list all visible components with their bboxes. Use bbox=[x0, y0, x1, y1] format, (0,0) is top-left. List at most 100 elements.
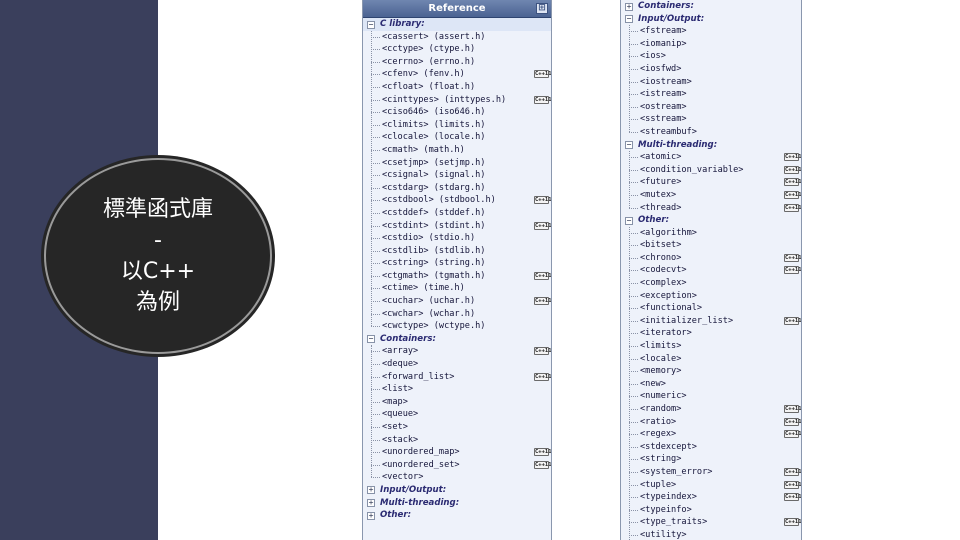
tree-item[interactable]: <ostream> bbox=[621, 101, 801, 114]
tree-item[interactable]: <cerrno> (errno.h) bbox=[363, 56, 551, 69]
tree-item[interactable]: <stack> bbox=[363, 434, 551, 447]
tree-item[interactable]: <cstdarg> (stdarg.h) bbox=[363, 182, 551, 195]
tree-item[interactable]: <cwchar> (wchar.h) bbox=[363, 308, 551, 321]
tree-item-label: <queue> bbox=[382, 409, 419, 420]
tree-category-input-output[interactable]: − Input/Output: bbox=[621, 13, 801, 26]
tree-item[interactable]: <cstdio> (stdio.h) bbox=[363, 232, 551, 245]
tree-item[interactable]: <limits> bbox=[621, 340, 801, 353]
tree-item[interactable]: <csignal> (signal.h) bbox=[363, 169, 551, 182]
tree-item[interactable]: <vector> bbox=[363, 471, 551, 484]
tree-item[interactable]: <sstream> bbox=[621, 113, 801, 126]
tree-item[interactable]: <cstring> (string.h) bbox=[363, 257, 551, 270]
tree-item[interactable]: <forward_list> C++11 bbox=[363, 371, 551, 384]
collapse-icon[interactable]: − bbox=[625, 141, 633, 150]
tree-item[interactable]: <mutex> C++11 bbox=[621, 189, 801, 202]
tree-item[interactable]: <functional> bbox=[621, 302, 801, 315]
tree-category-other[interactable]: − Other: bbox=[621, 214, 801, 227]
tree-item[interactable]: <complex> bbox=[621, 277, 801, 290]
tree-item[interactable]: <clocale> (locale.h) bbox=[363, 131, 551, 144]
tree-item[interactable]: <typeindex> C++11 bbox=[621, 491, 801, 504]
tree-item[interactable]: <cstddef> (stddef.h) bbox=[363, 207, 551, 220]
tree-item[interactable]: <map> bbox=[363, 396, 551, 409]
tree-item[interactable]: <atomic> C++11 bbox=[621, 151, 801, 164]
tree-item[interactable]: <cfloat> (float.h) bbox=[363, 81, 551, 94]
tree-item[interactable]: <iomanip> bbox=[621, 38, 801, 51]
tree-item[interactable]: <chrono> C++11 bbox=[621, 252, 801, 265]
tree-category-multi-threading[interactable]: + Multi-threading: bbox=[363, 497, 551, 510]
tree-item[interactable]: <exception> bbox=[621, 290, 801, 303]
tree-item[interactable]: <array> C++11 bbox=[363, 345, 551, 358]
tree-item[interactable]: <cuchar> (uchar.h) C++11 bbox=[363, 295, 551, 308]
collapse-icon[interactable]: − bbox=[625, 216, 633, 225]
tree-category-multi-threading[interactable]: − Multi-threading: bbox=[621, 139, 801, 152]
tree-item[interactable]: <condition_variable> C++11 bbox=[621, 164, 801, 177]
tree-item[interactable]: <set> bbox=[363, 421, 551, 434]
expand-icon[interactable]: + bbox=[625, 2, 633, 11]
pin-icon[interactable]: ⊞ bbox=[536, 3, 548, 14]
tree-item[interactable]: <streambuf> bbox=[621, 126, 801, 139]
tree-item[interactable]: <new> bbox=[621, 378, 801, 391]
tree-item[interactable]: <string> bbox=[621, 453, 801, 466]
tree-item[interactable]: <memory> bbox=[621, 365, 801, 378]
tree-item[interactable]: <ctime> (time.h) bbox=[363, 282, 551, 295]
tree-item[interactable]: <iosfwd> bbox=[621, 63, 801, 76]
tree-item[interactable]: <deque> bbox=[363, 358, 551, 371]
tree-item[interactable]: <cwctype> (wctype.h) bbox=[363, 320, 551, 333]
tree-item[interactable]: <queue> bbox=[363, 408, 551, 421]
tree-item-label: <random> bbox=[640, 404, 682, 414]
tree-item[interactable]: <cinttypes> (inttypes.h) C++11 bbox=[363, 94, 551, 107]
tree-item[interactable]: <cstdlib> (stdlib.h) bbox=[363, 245, 551, 258]
tree-category-other[interactable]: + Other: bbox=[363, 509, 551, 522]
tree-item[interactable]: <algorithm> bbox=[621, 227, 801, 240]
tree-item[interactable]: <ciso646> (iso646.h) bbox=[363, 106, 551, 119]
tree-item[interactable]: <regex> C++11 bbox=[621, 428, 801, 441]
tree-branch bbox=[629, 471, 638, 473]
tree-item[interactable]: <ios> bbox=[621, 50, 801, 63]
tree-item[interactable]: <iostream> bbox=[621, 76, 801, 89]
tree-category-c-library[interactable]: − C library: bbox=[363, 18, 551, 31]
tree-category-containers[interactable]: − Containers: bbox=[363, 333, 551, 346]
tree-item[interactable]: <tuple> C++11 bbox=[621, 479, 801, 492]
tree-item[interactable]: <numeric> bbox=[621, 390, 801, 403]
tree-item[interactable]: <ctgmath> (tgmath.h) C++11 bbox=[363, 270, 551, 283]
tree-item[interactable]: <ratio> C++11 bbox=[621, 416, 801, 429]
tree-item[interactable]: <system_error> C++11 bbox=[621, 466, 801, 479]
tree-item[interactable]: <bitset> bbox=[621, 239, 801, 252]
tree-item[interactable]: <locale> bbox=[621, 353, 801, 366]
tree-item[interactable]: <iterator> bbox=[621, 327, 801, 340]
tree-item[interactable]: <list> bbox=[363, 383, 551, 396]
tree-branch bbox=[629, 333, 638, 335]
expand-icon[interactable]: + bbox=[367, 499, 375, 508]
tree-item[interactable]: <utility> bbox=[621, 529, 801, 540]
tree-item[interactable]: <climits> (limits.h) bbox=[363, 119, 551, 132]
tree-item[interactable]: <typeinfo> bbox=[621, 504, 801, 517]
tree-item[interactable]: <thread> C++11 bbox=[621, 202, 801, 215]
tree-item[interactable]: <codecvt> C++11 bbox=[621, 264, 801, 277]
tree-category-containers[interactable]: + Containers: bbox=[621, 0, 801, 13]
expand-icon[interactable]: + bbox=[367, 511, 375, 520]
tree-item[interactable]: <unordered_map> C++11 bbox=[363, 446, 551, 459]
tree-item[interactable]: <fstream> bbox=[621, 25, 801, 38]
tree-item[interactable]: <cmath> (math.h) bbox=[363, 144, 551, 157]
tree-item[interactable]: <cctype> (ctype.h) bbox=[363, 43, 551, 56]
tree-item[interactable]: <cassert> (assert.h) bbox=[363, 31, 551, 44]
tree-item[interactable]: <future> C++11 bbox=[621, 176, 801, 189]
tree-item[interactable]: <stdexcept> bbox=[621, 441, 801, 454]
tree-item[interactable]: <unordered_set> C++11 bbox=[363, 459, 551, 472]
tree-item[interactable]: <csetjmp> (setjmp.h) bbox=[363, 157, 551, 170]
tree-item[interactable]: <initializer_list> C++11 bbox=[621, 315, 801, 328]
panel-header: Reference ⊞ bbox=[363, 0, 551, 18]
expand-icon[interactable]: + bbox=[367, 486, 375, 495]
title-circle: 標準函式庫 - 以C++ 為例 bbox=[44, 158, 272, 354]
tree-item[interactable]: <istream> bbox=[621, 88, 801, 101]
tree-item[interactable]: <type_traits> C++11 bbox=[621, 516, 801, 529]
tree-category-input-output[interactable]: + Input/Output: bbox=[363, 484, 551, 497]
tree-item[interactable]: <cstdbool> (stdbool.h) C++11 bbox=[363, 194, 551, 207]
collapse-icon[interactable]: − bbox=[625, 15, 633, 24]
collapse-icon[interactable]: − bbox=[367, 335, 375, 344]
tree-item[interactable]: <cstdint> (stdint.h) C++11 bbox=[363, 220, 551, 233]
tree-item[interactable]: <random> C++11 bbox=[621, 403, 801, 416]
tree-item[interactable]: <cfenv> (fenv.h) C++11 bbox=[363, 68, 551, 81]
collapse-icon[interactable]: − bbox=[367, 20, 375, 29]
tree-item-label: <array> bbox=[382, 346, 419, 357]
